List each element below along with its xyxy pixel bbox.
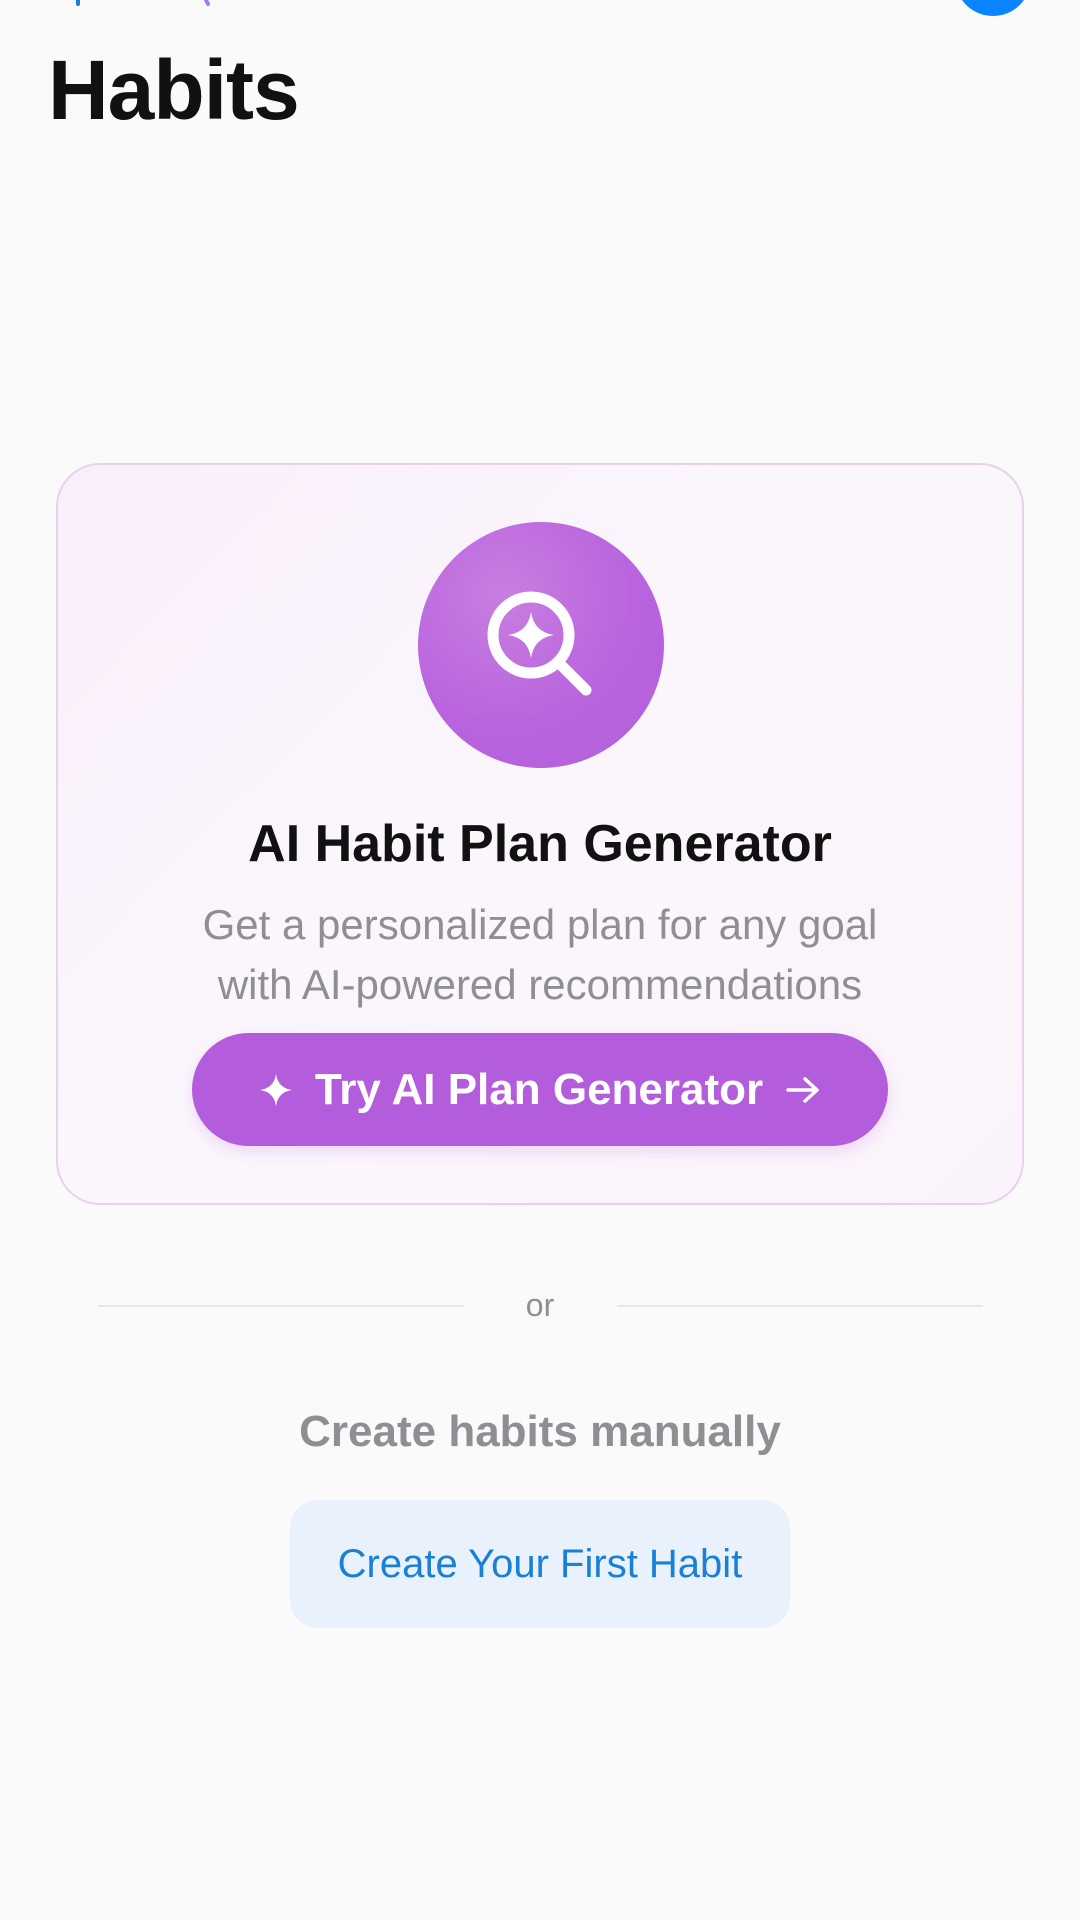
divider-or-label: or: [525, 1287, 555, 1323]
create-first-habit-button[interactable]: Create Your First Habit: [290, 1500, 790, 1628]
divider-line-right: [617, 1305, 983, 1307]
profile-avatar[interactable]: [955, 0, 1031, 16]
ai-card-title: AI Habit Plan Generator: [248, 815, 832, 873]
manual-section-heading: Create habits manually: [299, 1407, 781, 1456]
arrow-right-icon: [786, 1076, 819, 1103]
ai-card-subtitle-line2: with AI-powered recommendations: [217, 961, 863, 1008]
ai-card-subtitle-line1: Get a personalized plan for any goal: [202, 901, 878, 948]
top-status-glyphs: [76, 0, 210, 6]
sparkle-magnifier-icon: [487, 591, 592, 696]
ai-icon-badge: [418, 522, 664, 768]
try-ai-plan-generator-label: Try AI Plan Generator: [314, 1064, 764, 1114]
page-title: Habits: [48, 43, 300, 137]
sparkle-icon: [259, 1073, 292, 1106]
divider-line-left: [98, 1305, 464, 1307]
try-ai-plan-generator-button[interactable]: Try AI Plan Generator: [192, 1033, 888, 1146]
ai-card-subtitle: Get a personalized plan for any goal with…: [140, 895, 940, 1015]
